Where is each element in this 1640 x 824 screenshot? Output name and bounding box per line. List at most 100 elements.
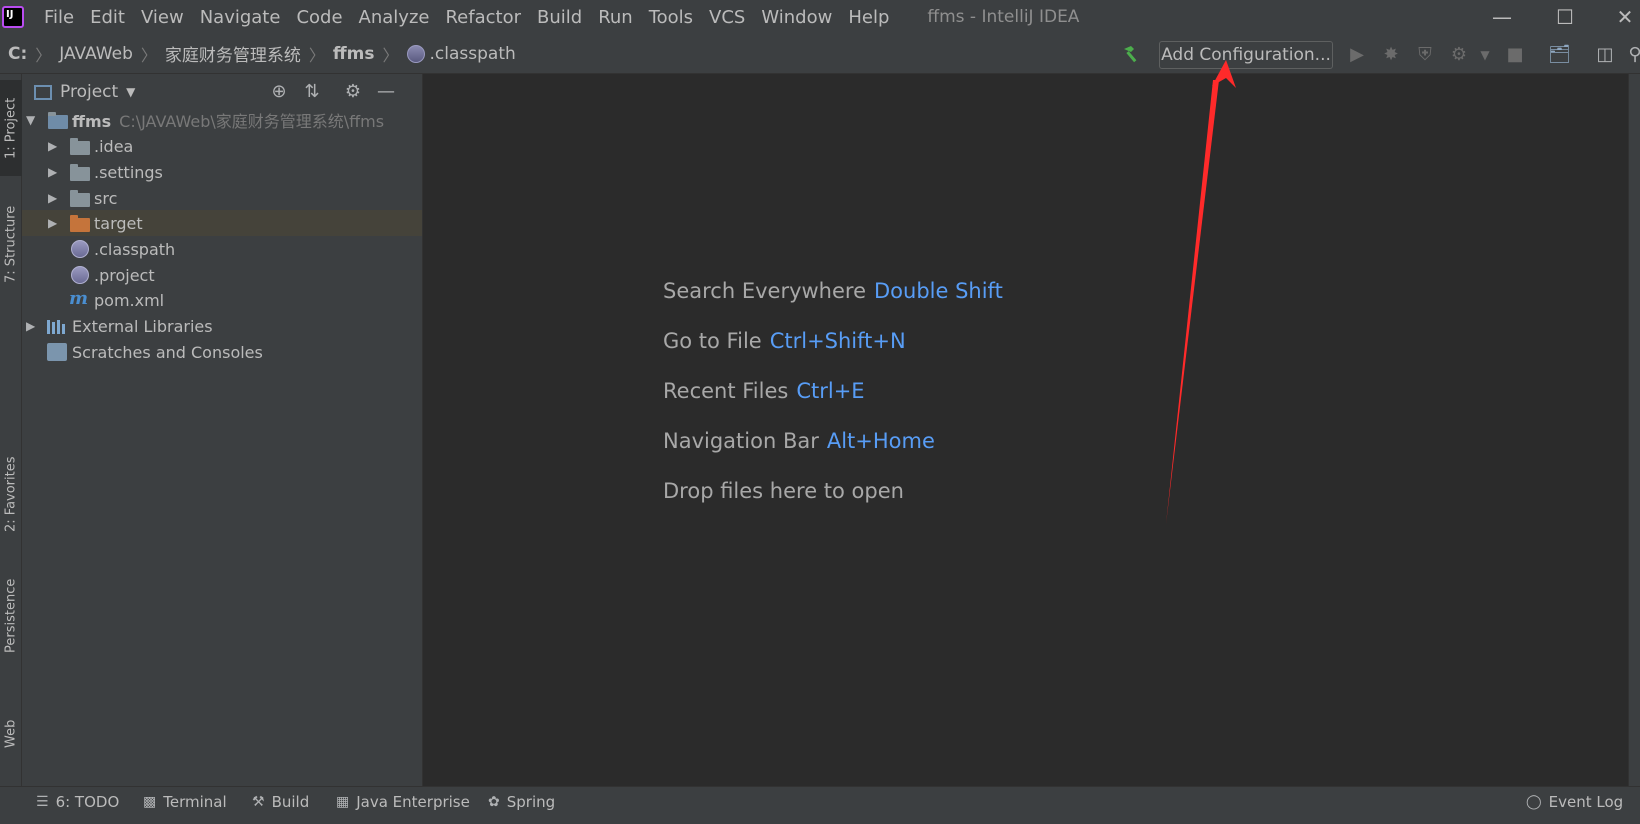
chevron-down-icon[interactable]: ▼ — [1474, 48, 1496, 70]
run-icon[interactable]: ▶ — [1346, 44, 1368, 66]
chevron-down-icon[interactable]: ▼ — [126, 85, 135, 99]
breadcrumb-ffms[interactable]: ffms — [333, 44, 375, 64]
terminal-toolbar-icon[interactable]: ◫ — [1594, 44, 1616, 66]
excluded-folder-icon — [70, 215, 90, 232]
tree-item-pom[interactable]: m pom.xml — [22, 287, 422, 313]
search-icon[interactable]: ⚲ — [1624, 44, 1640, 66]
tree-root-ffms[interactable]: ▼ ffms C:\JAVAWeb\家庭财务管理系统\ffms — [22, 107, 422, 133]
breadcrumb-classpath[interactable]: .classpath — [430, 44, 516, 64]
tab-terminal[interactable]: ▩ Terminal — [143, 787, 227, 817]
collapsed-arrow-icon[interactable]: ▶ — [48, 165, 57, 179]
left-tool-strip: 1: Project 7: Structure 2: Favorites Per… — [0, 74, 22, 786]
menu-vcs[interactable]: VCS — [709, 7, 745, 28]
menu-help[interactable]: Help — [848, 7, 889, 28]
menu-view[interactable]: View — [141, 7, 184, 28]
maximize-icon[interactable]: ☐ — [1540, 0, 1590, 34]
menu-tools[interactable]: Tools — [649, 7, 693, 28]
menu-window[interactable]: Window — [761, 7, 832, 28]
event-log-icon: ◯ — [1526, 794, 1542, 810]
project-panel-header: Project ▼ ⊕ ⇅ ⚙ — — [22, 74, 422, 110]
hint-drop-files: Drop files here to open — [663, 479, 904, 503]
project-panel: Project ▼ ⊕ ⇅ ⚙ — ▼ ffms C:\JAVAWeb\家庭财务管… — [22, 74, 423, 786]
tree-item-classpath[interactable]: .classpath — [22, 236, 422, 262]
tab-label: 6: TODO — [55, 793, 120, 811]
tree-item-settings[interactable]: ▶ .settings — [22, 159, 422, 185]
menu-run[interactable]: Run — [598, 7, 633, 28]
collapsed-arrow-icon[interactable]: ▶ — [48, 191, 57, 205]
tab-label: Java Enterprise — [356, 793, 470, 811]
gear-icon[interactable]: ⚙ — [342, 81, 364, 103]
tree-item-idea[interactable]: ▶ .idea — [22, 133, 422, 159]
collapsed-arrow-icon[interactable]: ▶ — [48, 139, 57, 153]
collapse-all-icon[interactable]: ⇅ — [301, 81, 323, 103]
java-enterprise-icon: ▦ — [336, 794, 350, 810]
breadcrumb-javaweb[interactable]: JAVAWeb — [59, 44, 133, 64]
editor-empty-area[interactable]: Search Everywhere Double Shift Go to File… — [423, 74, 1628, 786]
menu-edit[interactable]: Edit — [90, 7, 125, 28]
menu-navigate[interactable]: Navigate — [200, 7, 281, 28]
debug-icon[interactable]: ✸ — [1380, 44, 1402, 66]
tab-todo[interactable]: ☰ 6: TODO — [36, 787, 119, 817]
tab-structure[interactable]: 7: Structure — [0, 194, 22, 294]
intellij-logo-icon — [2, 6, 24, 28]
hint-label: Drop files here to open — [663, 479, 904, 503]
add-configuration-button[interactable]: Add Configuration... — [1159, 41, 1333, 69]
project-file-icon — [71, 266, 89, 284]
root-module-path: C:\JAVAWeb\家庭财务管理系统\ffms — [119, 112, 385, 131]
hint-shortcut: Alt+Home — [826, 429, 935, 453]
tab-spring[interactable]: ✿ Spring — [488, 787, 555, 817]
menu-analyze[interactable]: Analyze — [359, 7, 430, 28]
tab-project[interactable]: 1: Project — [0, 80, 22, 176]
close-icon[interactable]: ✕ — [1600, 0, 1640, 34]
hammer-icon: ⚒ — [252, 794, 265, 810]
breadcrumb-project-folder[interactable]: 家庭财务管理系统 — [165, 41, 301, 66]
tab-build[interactable]: ⚒ Build — [252, 787, 309, 817]
chevron-right-icon: 〉 — [140, 45, 157, 65]
hint-label: Go to File — [663, 329, 762, 353]
project-view-selector[interactable]: Project — [60, 82, 118, 102]
classpath-file-icon — [71, 240, 89, 258]
build-hammer-icon[interactable] — [1121, 43, 1143, 65]
list-icon: ☰ — [36, 794, 49, 810]
collapsed-arrow-icon[interactable]: ▶ — [48, 216, 57, 230]
menu-file[interactable]: File — [44, 7, 74, 28]
hide-panel-icon[interactable]: — — [375, 81, 397, 103]
terminal-icon: ▩ — [143, 794, 157, 810]
window-title: ffms - IntelliJ IDEA — [927, 7, 1080, 27]
stop-icon[interactable]: ■ — [1504, 44, 1526, 66]
tree-item-label: .idea — [94, 136, 134, 156]
tree-item-src[interactable]: ▶ src — [22, 185, 422, 211]
hint-navigation-bar: Navigation Bar Alt+Home — [663, 429, 935, 453]
tree-item-scratches[interactable]: Scratches and Consoles — [22, 339, 422, 365]
minimize-icon[interactable]: — — [1477, 0, 1527, 34]
project-structure-icon[interactable]: 🗂 — [1548, 44, 1571, 66]
hint-label: Navigation Bar — [663, 429, 819, 453]
hint-label: Recent Files — [663, 379, 789, 403]
status-bar — [0, 816, 1640, 824]
menu-refactor[interactable]: Refactor — [445, 7, 521, 28]
hint-shortcut: Ctrl+Shift+N — [769, 329, 906, 353]
coverage-icon[interactable]: ⛨ — [1414, 44, 1436, 66]
locate-file-icon[interactable]: ⊕ — [268, 81, 290, 103]
profile-icon[interactable]: ⚙ — [1448, 44, 1470, 66]
tree-item-external-libraries[interactable]: ▶ External Libraries — [22, 313, 422, 339]
tab-web[interactable]: Web — [0, 704, 22, 764]
expand-arrow-icon[interactable]: ▼ — [26, 113, 35, 127]
tree-item-target[interactable]: ▶ target — [22, 210, 422, 236]
spring-leaf-icon: ✿ — [488, 794, 500, 810]
menu-build[interactable]: Build — [537, 7, 582, 28]
hint-shortcut: Double Shift — [874, 279, 1003, 303]
tab-label: Event Log — [1548, 793, 1624, 811]
breadcrumb-drive[interactable]: C: — [8, 44, 27, 64]
tree-item-project-file[interactable]: .project — [22, 262, 422, 288]
tab-favorites[interactable]: 2: Favorites — [0, 446, 22, 542]
tab-event-log[interactable]: ◯ Event Log — [1526, 787, 1623, 817]
tab-persistence[interactable]: Persistence — [0, 568, 22, 664]
tab-java-enterprise[interactable]: ▦ Java Enterprise — [336, 787, 470, 817]
hint-search-everywhere: Search Everywhere Double Shift — [663, 279, 1003, 303]
folder-icon — [70, 164, 90, 181]
tab-label: Build — [271, 793, 310, 811]
hint-go-to-file: Go to File Ctrl+Shift+N — [663, 329, 906, 353]
collapsed-arrow-icon[interactable]: ▶ — [26, 319, 35, 333]
menu-code[interactable]: Code — [296, 7, 342, 28]
